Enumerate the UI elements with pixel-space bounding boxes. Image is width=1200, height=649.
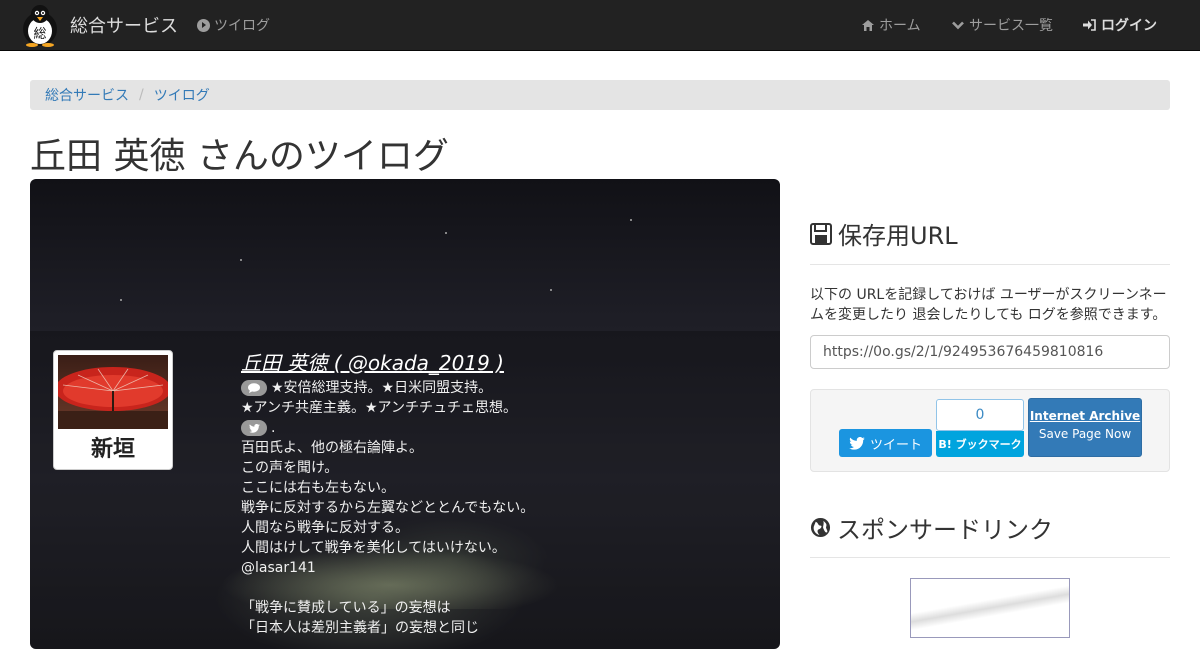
breadcrumb-home-link[interactable]: 総合サービス [45, 85, 129, 105]
twitter-icon [241, 420, 267, 436]
avatar-image [58, 355, 168, 429]
avatar-name: 新垣 [90, 437, 135, 462]
page-title: 丘田 英徳 さんのツイログ [30, 136, 449, 177]
banner-star [240, 259, 242, 261]
bio-line: 百田氏よ、他の極右論陣よ。 [241, 440, 423, 456]
profile-name-link[interactable]: 丘田 英徳 ( @okada_2019 ) [241, 350, 534, 376]
banner-star [445, 232, 447, 234]
share-buttons: ツイート 0 B! ブックマーク Internet Archive Save P… [810, 389, 1170, 472]
twitter-bird-icon [849, 436, 865, 450]
internet-archive-subtitle: Save Page Now [1038, 427, 1132, 441]
avatar[interactable]: 新垣 [53, 350, 173, 470]
internet-archive-button[interactable]: Internet Archive Save Page Now [1028, 398, 1142, 457]
latest-tweet-marker: . [271, 420, 276, 436]
sign-in-icon [1083, 19, 1096, 31]
profile-info: 丘田 英徳 ( @okada_2019 ) ★安倍総理支持。★日米同盟支持。 ★… [241, 350, 534, 638]
save-url-description: 以下の URLを記録しておけば ユーザーがスクリーンネームを変更したり 退会した… [810, 287, 1167, 323]
bio-line: 「日本人は差別主義者」の妄想と同じ [241, 620, 479, 636]
bio-line: 人間はけして戦争を美化してはいけない。 [241, 540, 506, 556]
description-text: ★安倍総理支持。★日米同盟支持。 [271, 380, 493, 396]
profile-description: ★安倍総理支持。★日米同盟支持。 [241, 378, 534, 398]
chevron-down-icon [952, 21, 964, 29]
floppy-disk-icon [810, 222, 832, 245]
hatena-bookmark-button[interactable]: B! ブックマーク [936, 431, 1024, 457]
sponsor-heading: スポンサードリンク [810, 510, 1053, 545]
save-url-divider [810, 264, 1170, 265]
nav-services[interactable]: サービス一覧 [952, 15, 1053, 35]
sponsor-title: スポンサードリンク [837, 516, 1053, 544]
save-url-input[interactable] [810, 335, 1170, 369]
nav-tsuilog-label: ツイログ [214, 18, 270, 34]
breadcrumb-separator: / [139, 87, 144, 103]
chevron-circle-right-icon [197, 18, 210, 32]
banner-star [630, 219, 632, 221]
bio-line: 人間なら戦争に反対する。 [241, 520, 409, 536]
bio-line: 戦争に反対するから左翼などととんでもない。 [241, 500, 535, 516]
bio-line: 「戦争に賛成している」の妄想は [241, 600, 451, 616]
tweet-button-label: ツイート [869, 437, 922, 453]
bio-line [241, 578, 534, 598]
banner-star [120, 299, 122, 301]
brand-link[interactable]: 総 総合サービス [18, 2, 178, 48]
nav-services-label: サービス一覧 [969, 18, 1053, 34]
brand-text: 総合サービス [70, 16, 178, 37]
sponsored-ad[interactable] [910, 578, 1070, 638]
nav-tsuilog[interactable]: ツイログ [197, 15, 270, 35]
banner-star [550, 289, 552, 291]
profile-latest-tweet: . [241, 418, 534, 438]
nav-login[interactable]: ログイン [1083, 15, 1157, 35]
breadcrumb-tsuilog-link[interactable]: ツイログ [154, 85, 210, 105]
brand-logo-char: 総 [33, 27, 46, 42]
nav-home[interactable]: ホーム [862, 15, 921, 35]
home-icon [862, 19, 874, 31]
comment-icon [241, 380, 267, 396]
bio-line: この声を聞け。 [241, 460, 339, 476]
breadcrumb: 総合サービス / ツイログ [30, 80, 1170, 110]
tweet-button[interactable]: ツイート [839, 429, 932, 457]
profile-banner: 新垣 丘田 英徳 ( @okada_2019 ) ★安倍総理支持。★日米同盟支持… [30, 179, 780, 649]
nav-home-label: ホーム [879, 18, 921, 34]
save-url-title: 保存用URL [838, 222, 958, 250]
hatena-bookmark-count[interactable]: 0 [936, 399, 1024, 431]
penguin-logo-icon: 総 [23, 5, 57, 47]
globe-icon [810, 517, 831, 538]
internet-archive-title: Internet Archive [1029, 409, 1141, 423]
description-line-2: ★アンチ共産主義。★アンチチュチェ思想。 [241, 400, 517, 416]
bio-line: ここには右も左もない。 [241, 480, 395, 496]
save-url-heading: 保存用URL [810, 216, 958, 251]
sponsor-divider [810, 557, 1170, 558]
navbar: 総 総合サービス ツイログ ホーム サービス一覧 ログイン [0, 0, 1200, 51]
nav-login-label: ログイン [1101, 18, 1157, 34]
bio-mention-link[interactable]: @lasar141 [241, 558, 534, 578]
